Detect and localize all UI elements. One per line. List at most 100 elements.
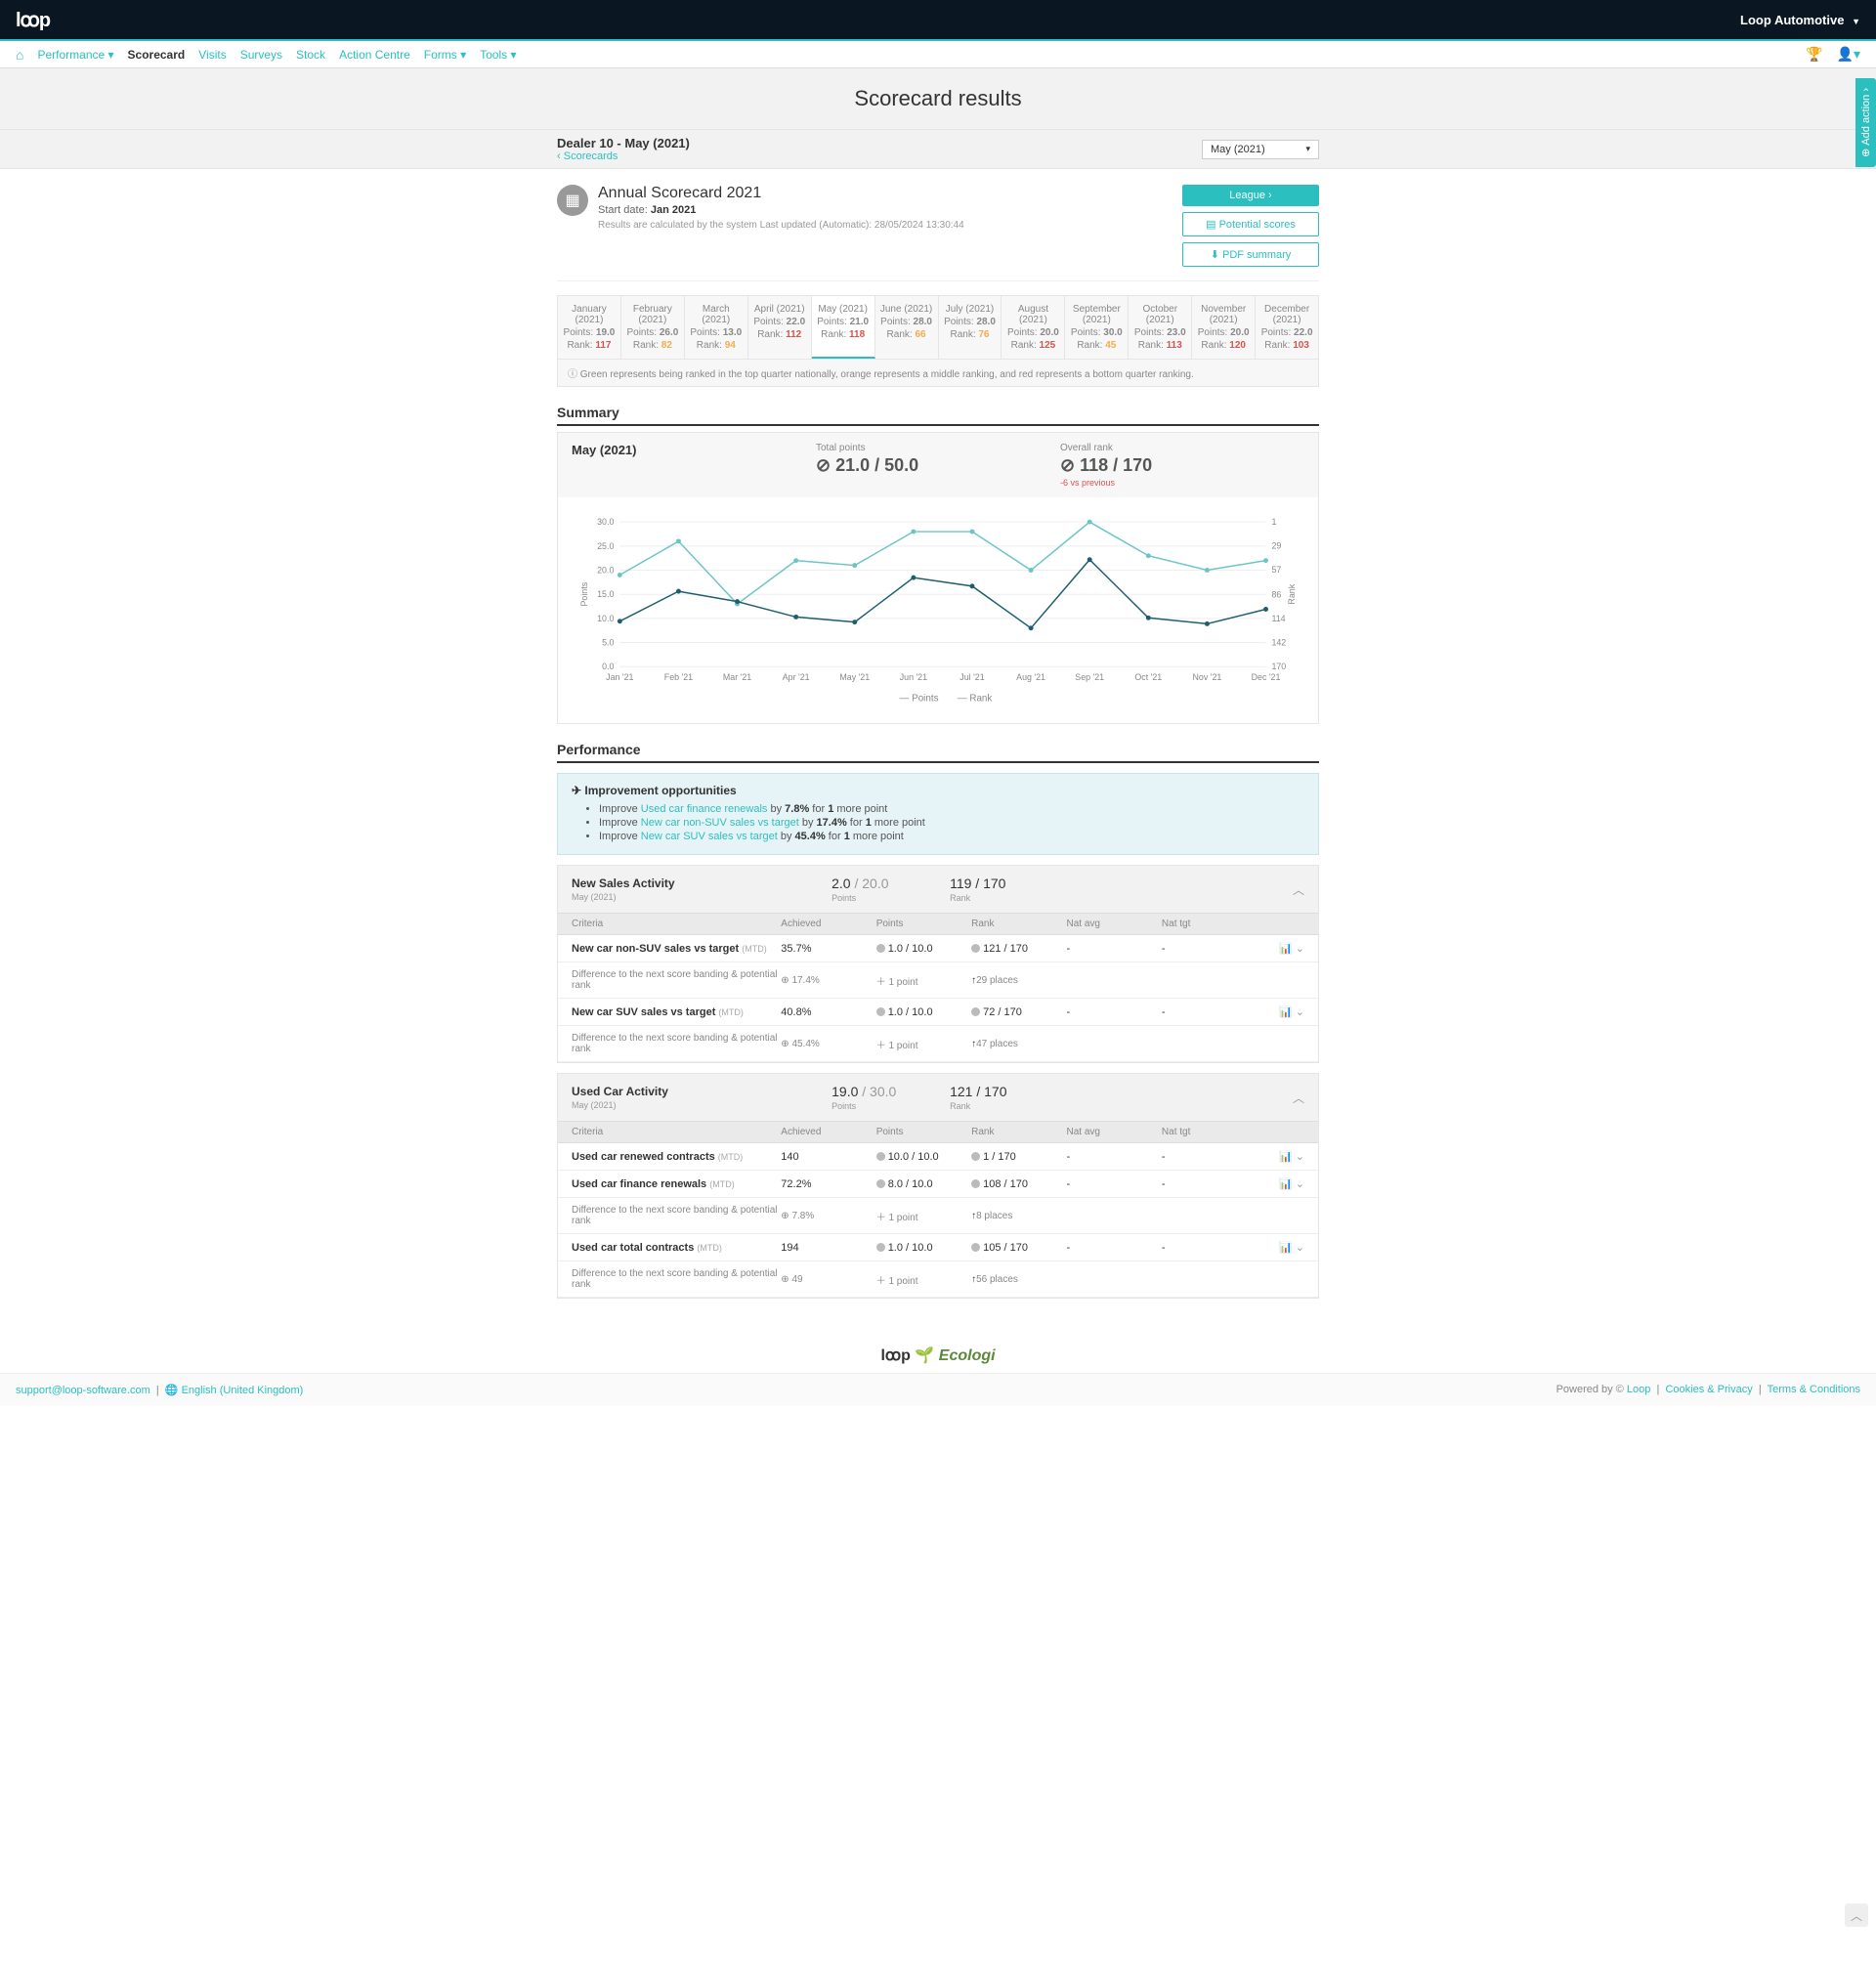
svg-text:170: 170	[1271, 662, 1286, 671]
home-icon[interactable]: ⌂	[16, 47, 23, 63]
league-button[interactable]: League ›	[1182, 185, 1319, 206]
month-tab[interactable]: July (2021) Points: 28.0 Rank: 76	[939, 296, 1002, 359]
nav-item-stock[interactable]: Stock	[296, 48, 325, 62]
performance-title: Performance	[557, 742, 1319, 763]
svg-text:15.0: 15.0	[597, 589, 614, 599]
month-tab[interactable]: February (2021) Points: 26.0 Rank: 82	[621, 296, 685, 359]
nav-item-scorecard[interactable]: Scorecard	[128, 48, 186, 62]
start-date: Start date: Jan 2021	[598, 204, 964, 216]
tenant-name: Loop Automotive	[1740, 13, 1844, 27]
user-icon[interactable]: 👤▾	[1837, 46, 1860, 63]
potential-scores-button[interactable]: ▤ Potential scores	[1182, 212, 1319, 236]
svg-text:Oct '21: Oct '21	[1134, 672, 1162, 682]
chevron-down-icon[interactable]: ⌄	[1296, 943, 1304, 955]
chart-icon[interactable]: 📊	[1279, 1242, 1293, 1254]
cookies-link[interactable]: Cookies & Privacy	[1665, 1384, 1752, 1395]
month-tab[interactable]: April (2021) Points: 22.0 Rank: 112	[748, 296, 812, 359]
support-email[interactable]: support@loop-software.com	[16, 1385, 150, 1396]
svg-text:0.0: 0.0	[602, 662, 614, 671]
metric-row: Used car finance renewals (MTD) 72.2% 8.…	[558, 1171, 1318, 1198]
nav-item-forms[interactable]: Forms ▾	[424, 48, 466, 62]
chart-icon[interactable]: 📊	[1279, 1151, 1293, 1163]
svg-text:20.0: 20.0	[597, 565, 614, 575]
svg-text:142: 142	[1271, 638, 1286, 648]
powered-by: Powered by ©	[1556, 1384, 1624, 1395]
pdf-summary-button[interactable]: ⬇ PDF summary	[1182, 242, 1319, 267]
grid-icon: ▦	[557, 185, 588, 216]
overall-rank-label: Overall rank	[1060, 443, 1304, 453]
footer-logos: lꝏp 🌱 Ecologi	[0, 1338, 1876, 1373]
svg-text:— Rank: — Rank	[958, 694, 993, 705]
chart-icon[interactable]: 📊	[1279, 1006, 1293, 1018]
diff-row: Difference to the next score banding & p…	[558, 962, 1318, 999]
main: ▦ Annual Scorecard 2021 Start date: Jan …	[557, 169, 1319, 1338]
summary-chart: 0.05.010.015.020.025.030.012957861141421…	[572, 511, 1304, 706]
perf-panel: New Sales Activity May (2021) 2.0 / 20.0…	[557, 865, 1319, 1063]
month-select-value: May (2021)	[1211, 144, 1265, 155]
lang-link[interactable]: English (United Kingdom)	[182, 1385, 304, 1396]
chart-icon[interactable]: 📊	[1279, 1178, 1293, 1190]
chart-icon[interactable]: 📊	[1279, 943, 1293, 955]
tenant-dropdown[interactable]: Loop Automotive ▼	[1740, 13, 1860, 27]
improvement-link[interactable]: New car non-SUV sales vs target	[641, 817, 799, 829]
scorecard-header: ▦ Annual Scorecard 2021 Start date: Jan …	[557, 185, 1319, 281]
month-tab[interactable]: May (2021) Points: 21.0 Rank: 118	[812, 296, 875, 359]
perf-columns: Criteria Achieved Points Rank Nat avg Na…	[558, 913, 1318, 935]
svg-text:57: 57	[1271, 565, 1281, 575]
svg-text:— Points: — Points	[900, 694, 939, 705]
svg-text:5.0: 5.0	[602, 638, 614, 648]
nav-left: ⌂ Performance ▾ Scorecard Visits Surveys Sto…	[16, 47, 531, 63]
total-points-label: Total points	[816, 443, 1060, 453]
logo[interactable]: lꝏp	[16, 8, 50, 32]
summary-title: Summary	[557, 405, 1319, 426]
nav-right: 🏆 👤▾	[1806, 46, 1860, 63]
perf-panel-head[interactable]: New Sales Activity May (2021) 2.0 / 20.0…	[558, 866, 1318, 913]
terms-link[interactable]: Terms & Conditions	[1768, 1384, 1860, 1395]
rank-delta: -6 vs previous	[1060, 478, 1304, 488]
navbar: ⌂ Performance ▾ Scorecard Visits Surveys Sto…	[0, 39, 1876, 68]
svg-text:10.0: 10.0	[597, 614, 614, 623]
nav-item-performance[interactable]: Performance ▾	[37, 48, 113, 62]
add-action-tab[interactable]: ⊕ Add action ›	[1855, 78, 1876, 167]
month-tab[interactable]: January (2021) Points: 19.0 Rank: 117	[558, 296, 621, 359]
nav-item-surveys[interactable]: Surveys	[240, 48, 282, 62]
chevron-up-icon[interactable]: ︿	[1293, 881, 1304, 898]
svg-text:Sep '21: Sep '21	[1075, 672, 1104, 682]
chevron-down-icon[interactable]: ⌄	[1296, 1006, 1304, 1018]
footer: support@loop-software.com | 🌐 English (U…	[0, 1373, 1876, 1406]
breadcrumb[interactable]: ‹ Scorecards	[557, 150, 690, 162]
improvement-link[interactable]: Used car finance renewals	[641, 803, 768, 815]
svg-text:1: 1	[1271, 517, 1276, 527]
month-tab[interactable]: December (2021) Points: 22.0 Rank: 103	[1256, 296, 1318, 359]
svg-text:Dec '21: Dec '21	[1252, 672, 1281, 682]
improvement-item: Improve New car non-SUV sales vs target …	[599, 817, 1304, 829]
nav-item-tools[interactable]: Tools ▾	[480, 48, 516, 62]
svg-text:Apr '21: Apr '21	[783, 672, 810, 682]
month-tab[interactable]: June (2021) Points: 28.0 Rank: 66	[875, 296, 939, 359]
nav-item-action-centre[interactable]: Action Centre	[339, 48, 410, 62]
month-tab[interactable]: August (2021) Points: 20.0 Rank: 125	[1002, 296, 1065, 359]
improvement-link[interactable]: New car SUV sales vs target	[641, 831, 778, 842]
caret-down-icon: ▼	[1852, 17, 1860, 26]
month-tab[interactable]: March (2021) Points: 13.0 Rank: 94	[685, 296, 748, 359]
topbar: lꝏp Loop Automotive ▼	[0, 0, 1876, 39]
trophy-icon[interactable]: 🏆	[1806, 46, 1822, 63]
nav-item-visits[interactable]: Visits	[198, 48, 226, 62]
chevron-down-icon[interactable]: ⌄	[1296, 1151, 1304, 1163]
loop-link[interactable]: Loop	[1627, 1384, 1650, 1395]
month-tab[interactable]: September (2021) Points: 30.0 Rank: 45	[1065, 296, 1129, 359]
svg-text:Feb '21: Feb '21	[664, 672, 693, 682]
improvement-box: ✈ Improvement opportunities Improve Used…	[557, 773, 1319, 855]
svg-text:Mar '21: Mar '21	[723, 672, 751, 682]
improvement-title: ✈ Improvement opportunities	[572, 784, 1304, 797]
dealer-title: Dealer 10 - May (2021)	[557, 136, 690, 150]
scroll-top-button[interactable]: ︿	[1845, 1903, 1868, 1927]
improvement-item: Improve Used car finance renewals by 7.8…	[599, 803, 1304, 815]
perf-panel-head[interactable]: Used Car Activity May (2021) 19.0 / 30.0…	[558, 1074, 1318, 1121]
month-select[interactable]: May (2021)	[1202, 140, 1319, 159]
chevron-up-icon[interactable]: ︿	[1293, 1090, 1304, 1106]
chevron-down-icon[interactable]: ⌄	[1296, 1242, 1304, 1254]
month-tab[interactable]: November (2021) Points: 20.0 Rank: 120	[1192, 296, 1256, 359]
chevron-down-icon[interactable]: ⌄	[1296, 1178, 1304, 1190]
month-tab[interactable]: October (2021) Points: 23.0 Rank: 113	[1129, 296, 1192, 359]
